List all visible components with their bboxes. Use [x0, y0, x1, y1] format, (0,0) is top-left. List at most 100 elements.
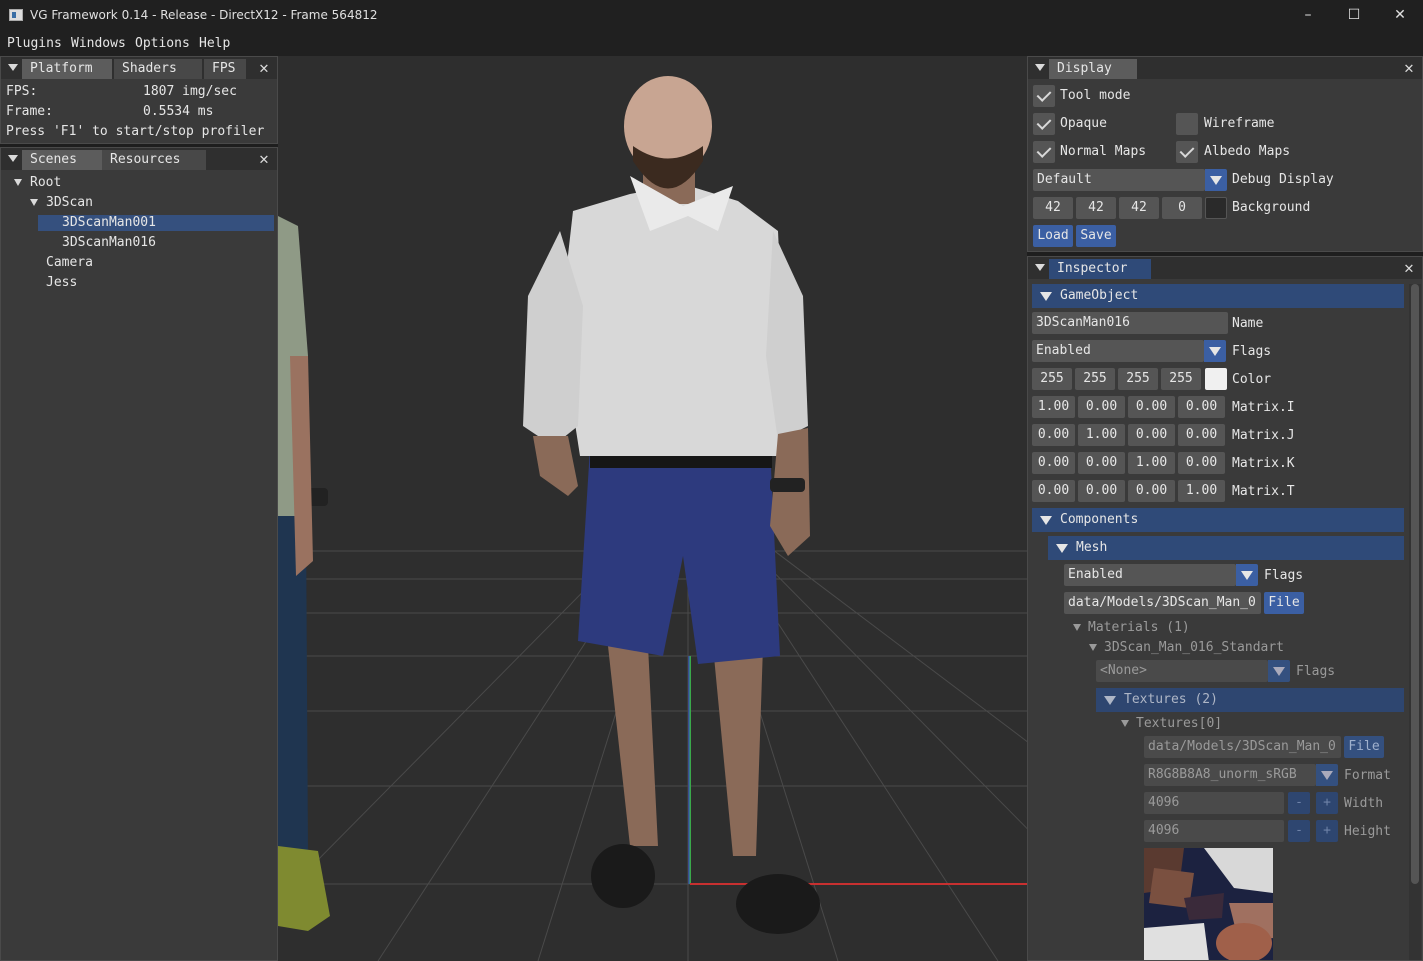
chevron-down-icon[interactable] [1268, 660, 1290, 682]
tree-expand-icon[interactable] [1121, 720, 1129, 727]
tab-platform[interactable]: Platform [22, 59, 112, 79]
mesh-flags-select[interactable]: Enabled [1064, 564, 1236, 586]
tree-item-3dscanman001[interactable]: 3DScanMan001 [62, 215, 156, 230]
mesh-header[interactable]: Mesh [1048, 536, 1404, 560]
menu-plugins[interactable]: Plugins [7, 36, 62, 51]
chevron-down-icon[interactable] [1205, 169, 1227, 191]
background-a-field[interactable]: 0 [1162, 197, 1202, 219]
inspector-scrollbar-thumb[interactable] [1411, 284, 1419, 884]
tree-expand-icon[interactable] [30, 199, 38, 206]
collapse-arrow-icon[interactable] [8, 64, 18, 71]
matrix-i-2[interactable]: 0.00 [1128, 396, 1175, 418]
close-icon[interactable]: ✕ [257, 149, 271, 169]
menu-windows[interactable]: Windows [71, 36, 126, 51]
matrix-t-1[interactable]: 0.00 [1078, 480, 1125, 502]
inspector-scrollbar[interactable] [1409, 284, 1421, 960]
matrix-t-3[interactable]: 1.00 [1178, 480, 1225, 502]
albedo-maps-checkbox[interactable] [1176, 141, 1198, 163]
components-header[interactable]: Components [1032, 508, 1404, 532]
color-a-field[interactable]: 255 [1161, 368, 1201, 390]
tree-item-root[interactable]: Root [30, 175, 61, 190]
color-r-field[interactable]: 255 [1032, 368, 1072, 390]
background-g-field[interactable]: 42 [1076, 197, 1116, 219]
3d-viewport[interactable] [278, 56, 1027, 961]
color-g-field[interactable]: 255 [1075, 368, 1115, 390]
background-b-field[interactable]: 42 [1119, 197, 1159, 219]
mesh-file-button[interactable]: File [1264, 592, 1304, 614]
height-increment-button[interactable]: + [1316, 820, 1338, 842]
load-button[interactable]: Load [1033, 225, 1073, 247]
wireframe-checkbox[interactable] [1176, 113, 1198, 135]
close-icon[interactable]: ✕ [1402, 258, 1416, 278]
mesh-file-input[interactable]: data/Models/3DScan_Man_0 [1064, 592, 1261, 614]
materials-label[interactable]: Materials (1) [1088, 620, 1190, 635]
save-button[interactable]: Save [1076, 225, 1116, 247]
texture-format-select[interactable]: R8G8B8A8_unorm_sRGB [1144, 764, 1316, 786]
texture-height-field[interactable]: 4096 [1144, 820, 1284, 842]
maximize-button[interactable]: ☐ [1331, 0, 1377, 31]
close-icon[interactable]: ✕ [257, 58, 271, 78]
debug-display-select[interactable]: Default [1033, 169, 1205, 191]
collapse-arrow-icon [1104, 696, 1116, 705]
tab-scenes[interactable]: Scenes [22, 150, 102, 170]
close-window-button[interactable]: ✕ [1377, 0, 1423, 31]
matrix-t-2[interactable]: 0.00 [1128, 480, 1175, 502]
collapse-arrow-icon[interactable] [1035, 264, 1045, 271]
menu-options[interactable]: Options [135, 36, 190, 51]
matrix-k-0[interactable]: 0.00 [1032, 452, 1075, 474]
tree-item-jess[interactable]: Jess [46, 275, 77, 290]
color-swatch[interactable] [1205, 368, 1227, 390]
texture-file-input[interactable]: data/Models/3DScan_Man_0 [1144, 736, 1341, 758]
tree-expand-icon[interactable] [14, 179, 22, 186]
material-name[interactable]: 3DScan_Man_016_Standart [1104, 640, 1284, 655]
texture-file-button[interactable]: File [1344, 736, 1384, 758]
chevron-down-icon[interactable] [1236, 564, 1258, 586]
menu-help[interactable]: Help [199, 36, 230, 51]
collapse-arrow-icon[interactable] [1035, 64, 1045, 71]
fps-panel-tabbar: Platform Shaders FPS ✕ [1, 57, 277, 79]
tab-display[interactable]: Display [1049, 59, 1137, 79]
width-increment-button[interactable]: + [1316, 792, 1338, 814]
color-b-field[interactable]: 255 [1118, 368, 1158, 390]
name-input[interactable]: 3DScanMan016 [1032, 312, 1228, 334]
tool-mode-checkbox[interactable] [1033, 85, 1055, 107]
matrix-k-2[interactable]: 1.00 [1128, 452, 1175, 474]
textures-header[interactable]: Textures (2) [1096, 688, 1404, 712]
minimize-button[interactable]: – [1285, 0, 1331, 31]
matrix-j-3[interactable]: 0.00 [1178, 424, 1225, 446]
left-figure [278, 216, 330, 931]
tab-resources[interactable]: Resources [102, 150, 206, 170]
matrix-j-1[interactable]: 1.00 [1078, 424, 1125, 446]
height-decrement-button[interactable]: - [1288, 820, 1310, 842]
matrix-j-0[interactable]: 0.00 [1032, 424, 1075, 446]
close-icon[interactable]: ✕ [1402, 58, 1416, 78]
tree-expand-icon[interactable] [1089, 644, 1097, 651]
opaque-checkbox[interactable] [1033, 113, 1055, 135]
normal-maps-checkbox[interactable] [1033, 141, 1055, 163]
matrix-j-2[interactable]: 0.00 [1128, 424, 1175, 446]
gameobject-header[interactable]: GameObject [1032, 284, 1404, 308]
tree-item-3dscan[interactable]: 3DScan [46, 195, 93, 210]
tab-shaders[interactable]: Shaders [114, 59, 202, 79]
matrix-i-1[interactable]: 0.00 [1078, 396, 1125, 418]
matrix-i-0[interactable]: 1.00 [1032, 396, 1075, 418]
material-flags-select[interactable]: <None> [1096, 660, 1268, 682]
collapse-arrow-icon[interactable] [8, 155, 18, 162]
background-r-field[interactable]: 42 [1033, 197, 1073, 219]
matrix-i-3[interactable]: 0.00 [1178, 396, 1225, 418]
chevron-down-icon[interactable] [1316, 764, 1338, 786]
flags-select[interactable]: Enabled [1032, 340, 1204, 362]
tree-expand-icon[interactable] [1073, 624, 1081, 631]
tree-item-camera[interactable]: Camera [46, 255, 93, 270]
texture-width-field[interactable]: 4096 [1144, 792, 1284, 814]
tab-fps[interactable]: FPS [204, 59, 246, 79]
texture0-label[interactable]: Textures[0] [1136, 716, 1222, 731]
matrix-k-1[interactable]: 0.00 [1078, 452, 1125, 474]
tree-item-3dscanman016[interactable]: 3DScanMan016 [62, 235, 156, 250]
background-color-swatch[interactable] [1205, 197, 1227, 219]
chevron-down-icon[interactable] [1204, 340, 1226, 362]
matrix-k-3[interactable]: 0.00 [1178, 452, 1225, 474]
width-decrement-button[interactable]: - [1288, 792, 1310, 814]
tab-inspector[interactable]: Inspector [1049, 259, 1151, 279]
matrix-t-0[interactable]: 0.00 [1032, 480, 1075, 502]
